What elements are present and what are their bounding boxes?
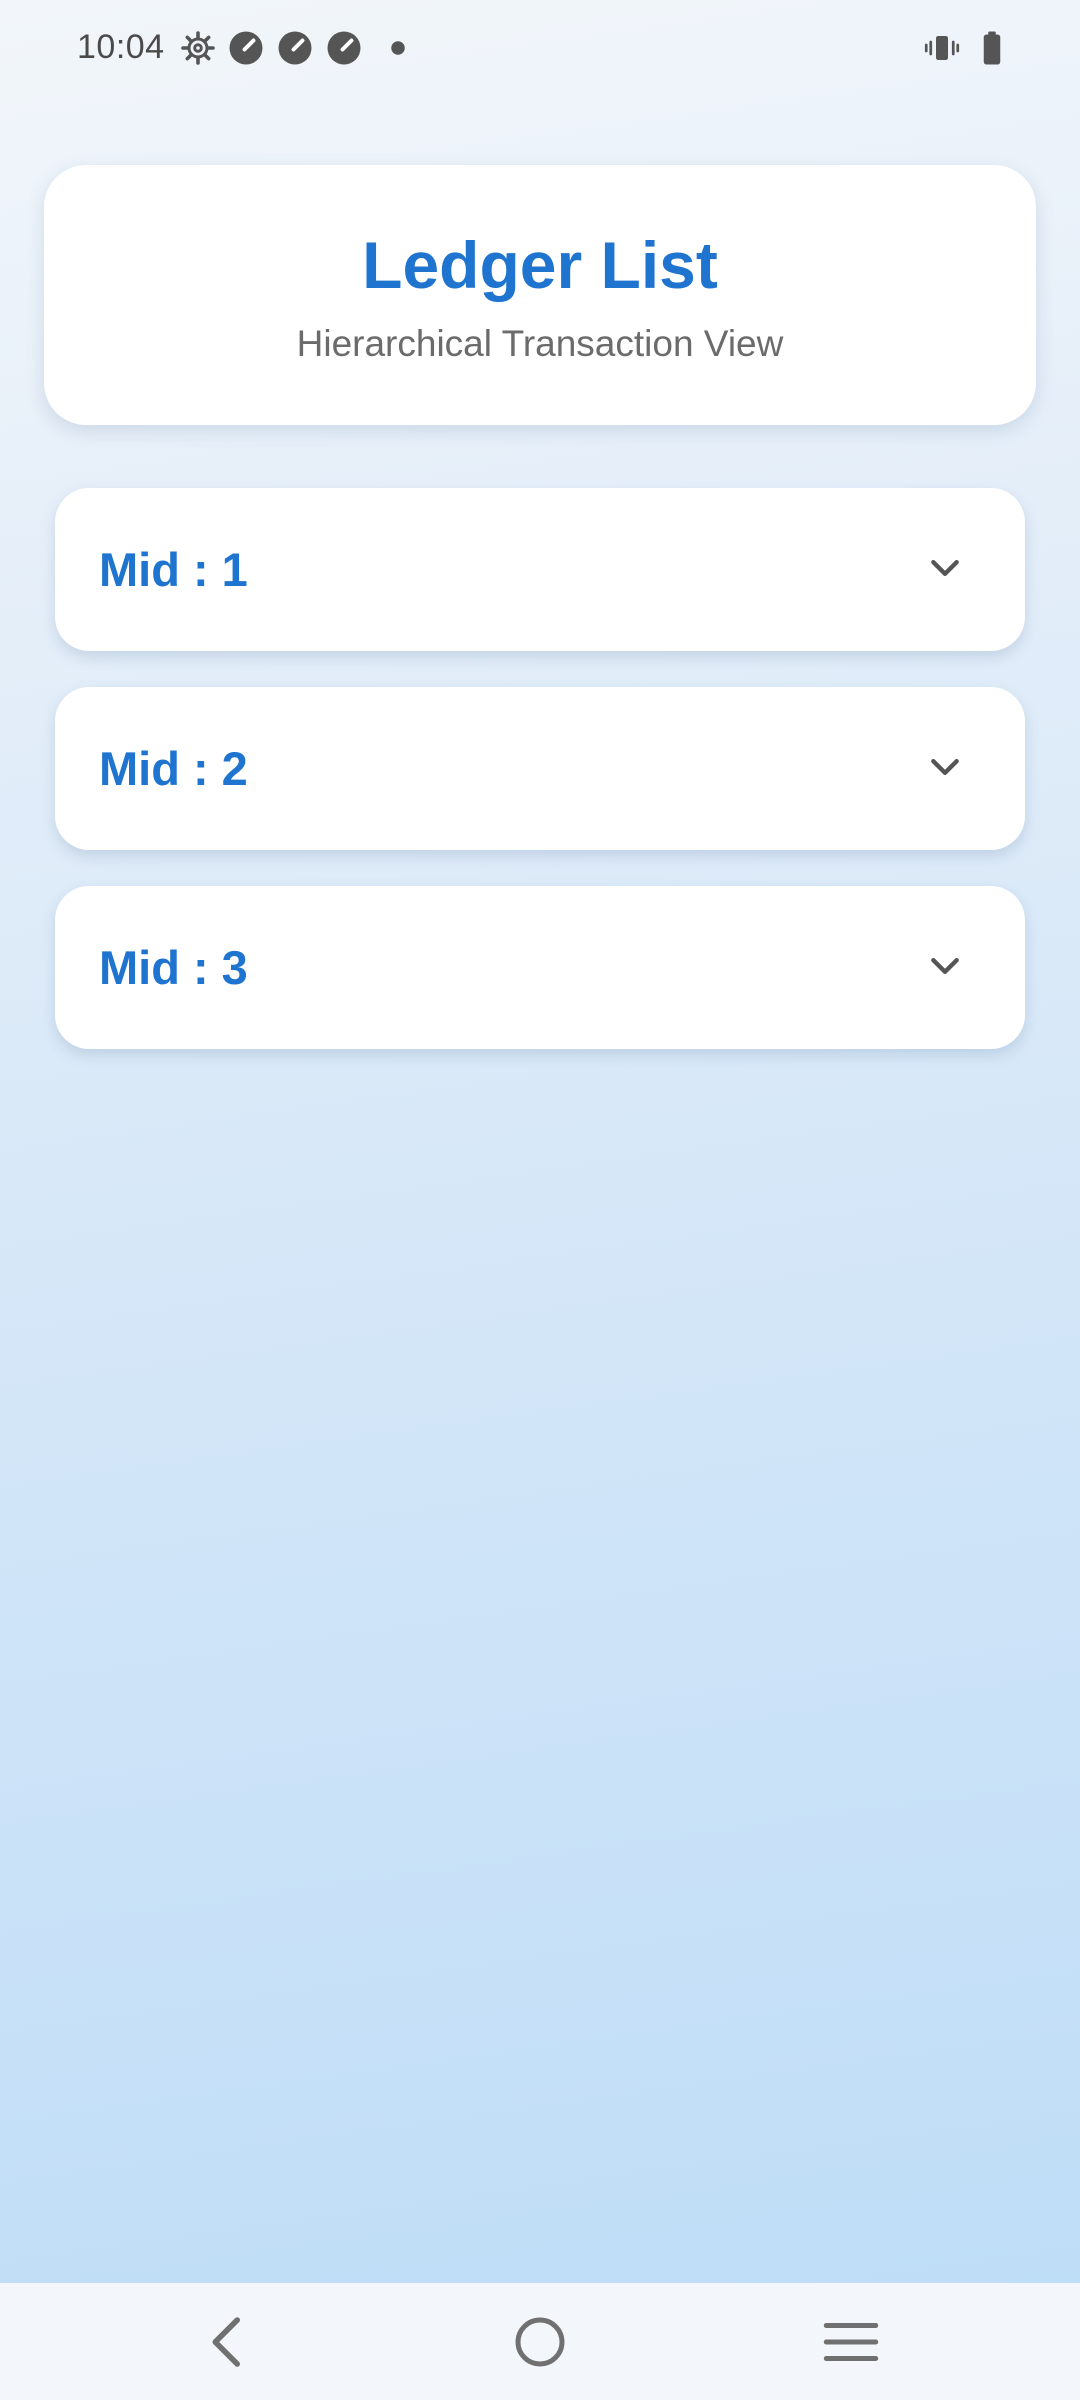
list-item-mid-1[interactable]: Mid : 1 <box>55 488 1025 651</box>
speedometer-icon <box>228 30 264 66</box>
chevron-down-icon[interactable] <box>925 548 965 588</box>
list-item-label: Mid : 2 <box>99 742 248 795</box>
list-item-mid-3[interactable]: Mid : 3 <box>55 886 1025 1049</box>
status-bar: 10:04 <box>0 0 1080 96</box>
speedometer-icon <box>326 30 362 66</box>
home-icon[interactable] <box>507 2309 573 2375</box>
battery-icon <box>974 30 1010 66</box>
navigation-bar <box>0 2283 1080 2400</box>
back-icon[interactable] <box>196 2309 262 2375</box>
recents-icon[interactable] <box>818 2309 884 2375</box>
speedometer-icon <box>277 30 313 66</box>
status-time: 10:04 <box>77 28 165 66</box>
list-item-label: Mid : 3 <box>99 941 248 994</box>
chevron-down-icon[interactable] <box>925 747 965 787</box>
list-item-label: Mid : 1 <box>99 543 248 596</box>
page-title: Ledger List <box>362 228 718 302</box>
settings-gear-icon <box>180 30 216 66</box>
list-item-mid-2[interactable]: Mid : 2 <box>55 687 1025 850</box>
chevron-down-icon[interactable] <box>925 946 965 986</box>
vibrate-icon <box>924 30 960 66</box>
page-subtitle: Hierarchical Transaction View <box>296 323 784 364</box>
dot-icon <box>380 30 416 66</box>
header-card: Ledger List Hierarchical Transaction Vie… <box>44 165 1036 425</box>
